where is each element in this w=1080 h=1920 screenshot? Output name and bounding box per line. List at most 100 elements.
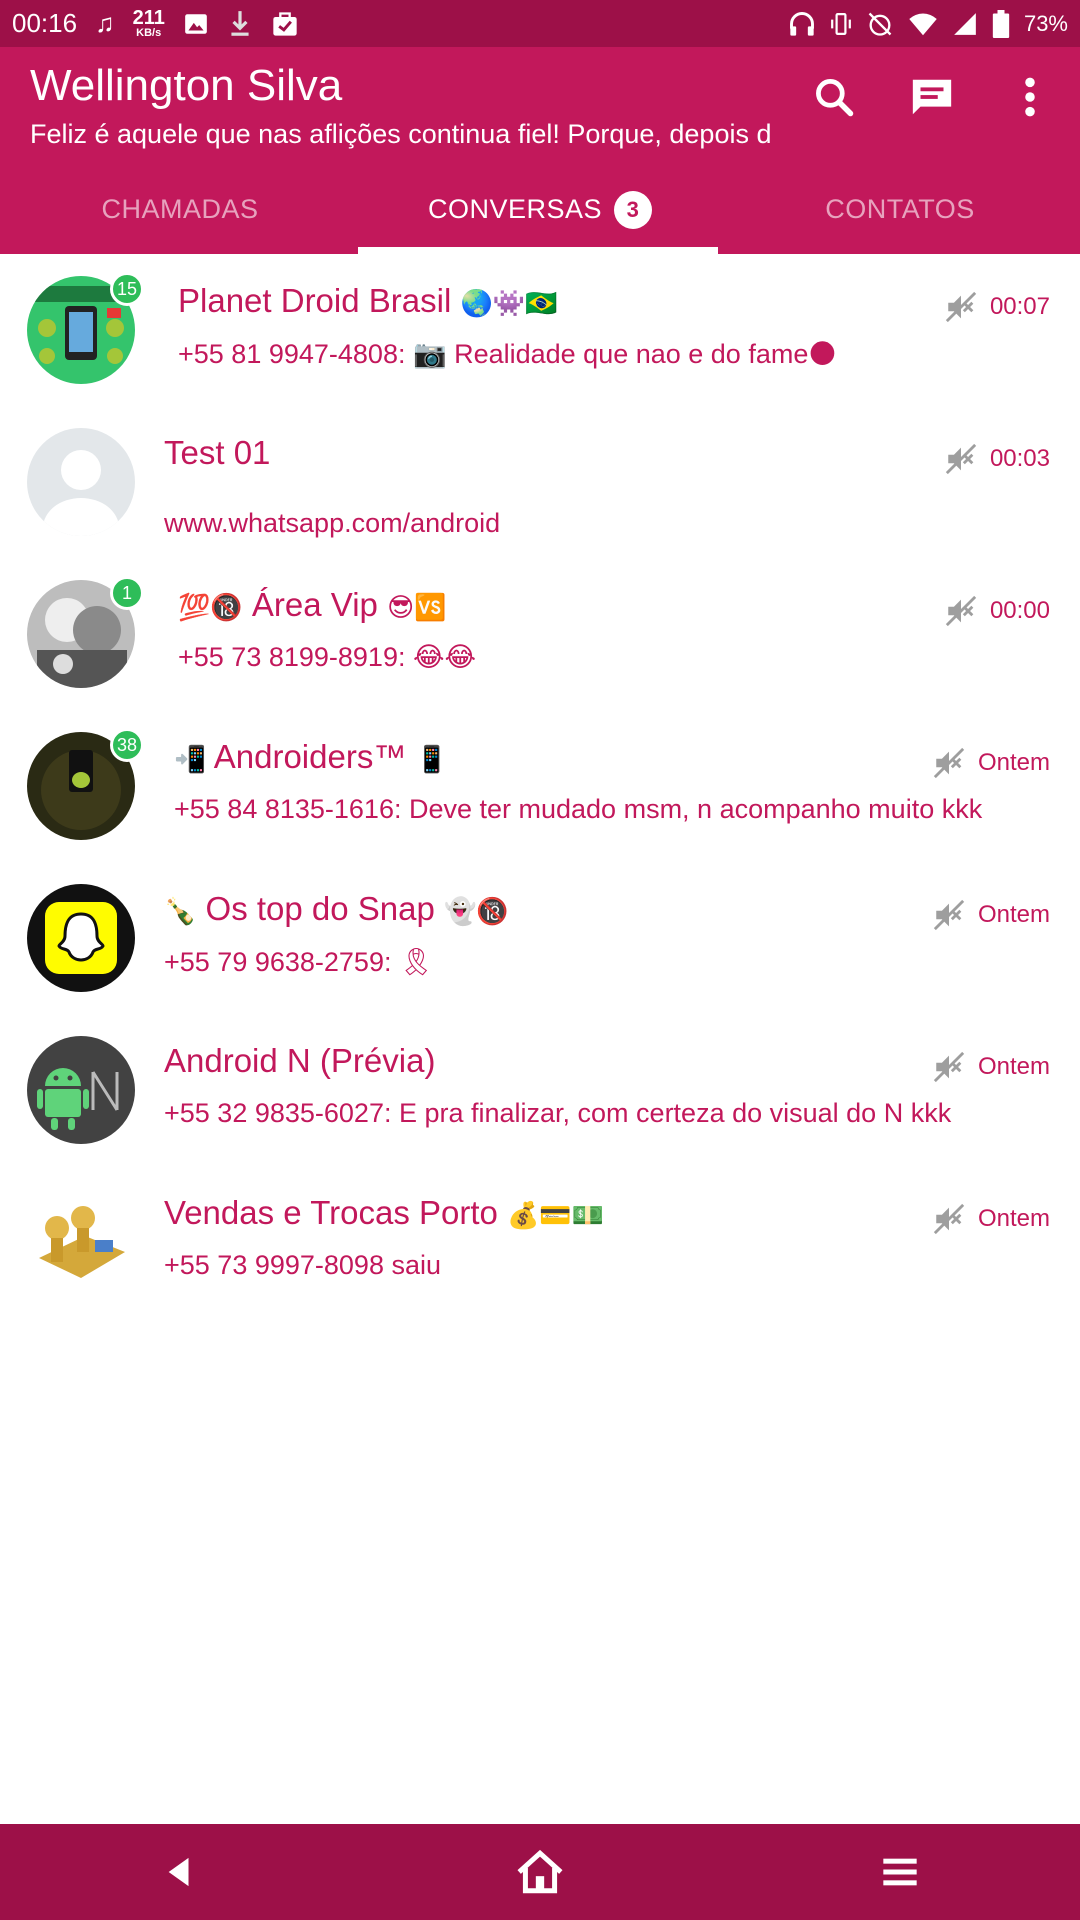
headphones-icon [788, 10, 816, 38]
chat-name: 📲 Androiders™ 📱 [174, 738, 448, 776]
wifi-icon [908, 11, 938, 37]
chat-name: Planet Droid Brasil 🌏👾🇧🇷 [178, 282, 558, 320]
unread-count-badge: 38 [110, 728, 145, 762]
navigation-bar [0, 1824, 1080, 1920]
chat-name-emoji: 📲 [174, 745, 207, 775]
chat-time-wrap: Ontem [932, 898, 1050, 932]
status-time: 00:16 [12, 8, 78, 38]
menu-icon [883, 1858, 917, 1886]
chat-name-emoji: 💯🔞 [178, 593, 243, 623]
chat-name-text: Vendas e Trocas Porto [164, 1194, 498, 1231]
net-speed-unit: KB/s [136, 27, 162, 39]
profile-name[interactable]: Wellington Silva [30, 61, 342, 111]
chat-name: Test 01 [164, 434, 270, 472]
chat-time: 00:03 [989, 445, 1050, 472]
chat-name-emoji: 🍾 [164, 897, 197, 927]
chat-name-text: Área Vip [251, 586, 378, 623]
net-speed-value: 211 [132, 7, 165, 29]
mute-icon [932, 898, 966, 932]
message-icon [912, 79, 952, 115]
chat-preview: +55 84 8135-1616: Deve ter mudado msm, n… [174, 794, 983, 824]
chat-time-wrap: 00:07 [944, 290, 1050, 324]
vibrate-icon [830, 10, 852, 38]
chat-row[interactable]: Test 01 www.whatsapp.com/android 00:03 [0, 406, 1080, 558]
chat-time-wrap: Ontem [932, 1050, 1050, 1084]
chat-name: 🍾 Os top do Snap 👻🔞 [164, 890, 509, 928]
bag-check-icon [271, 10, 299, 38]
more-vert-icon [1025, 77, 1035, 117]
net-speed: 211 KB/s [133, 8, 165, 39]
chat-time: Ontem [977, 1053, 1050, 1080]
menu-button[interactable] [860, 1832, 940, 1912]
chat-list: 15 Planet Droid Brasil 🌏👾🇧🇷 +55 81 9947-… [0, 254, 1080, 1318]
search-icon [816, 79, 854, 117]
chat-name: 💯🔞 Área Vip 😎🆚 [178, 586, 447, 624]
chat-time-wrap: Ontem [932, 746, 1050, 780]
chat-name-text: Planet Droid Brasil [178, 282, 452, 319]
image-icon [183, 11, 209, 37]
chat-time: Ontem [977, 749, 1050, 776]
android-avatar-icon[interactable] [27, 1036, 135, 1144]
app-bar: Wellington Silva Feliz é aquele que nas … [0, 47, 1080, 254]
mute-icon [932, 1202, 966, 1236]
tab-indicator [358, 247, 718, 254]
chat-row[interactable]: Vendas e Trocas Porto 💰💳💵 +55 73 9997-80… [0, 1166, 1080, 1318]
chat-name-emoji: 🌏👾🇧🇷 [460, 289, 558, 319]
more-options-button[interactable] [1002, 69, 1058, 125]
tab-label: CONVERSAS [427, 194, 603, 224]
chat-name-text: Test 01 [164, 434, 271, 471]
chat-preview: +55 79 9638-2759: 🎗 [164, 947, 434, 977]
chat-preview: +55 73 9997-8098 saiu [164, 1250, 441, 1280]
avatar[interactable] [27, 1188, 135, 1296]
tab-contatos[interactable]: CONTATOS [720, 165, 1080, 254]
search-button[interactable] [806, 69, 862, 125]
unread-chats-badge: 3 [614, 190, 653, 229]
tab-chamadas[interactable]: CHAMADAS [0, 165, 360, 254]
chat-row[interactable]: Android N (Prévia) +55 32 9835-6027: E p… [0, 1014, 1080, 1166]
chat-name-emoji-after: 👻🔞 [444, 897, 509, 927]
alarm-off-icon [866, 10, 894, 38]
battery-icon [992, 9, 1010, 38]
tab-conversas[interactable]: CONVERSAS 3 [360, 165, 720, 254]
chat-row[interactable]: 38 📲 Androiders™ 📱 +55 84 8135-1616: Dev… [0, 710, 1080, 862]
chat-preview: +55 73 8199-8919: 😂😂 [178, 642, 477, 672]
status-bar: 00:16 ♫ 211 KB/s 73% [0, 0, 1080, 47]
chat-row[interactable]: 1 💯🔞 Área Vip 😎🆚 +55 73 8199-8919: 😂😂 00… [0, 558, 1080, 710]
download-icon [227, 9, 253, 39]
unread-count-badge: 15 [110, 272, 145, 306]
home-button[interactable] [500, 1832, 580, 1912]
chat-name-emoji-after: 😎🆚 [387, 593, 447, 623]
chat-name-text: Androiders™ [213, 738, 407, 775]
default-avatar-icon[interactable] [27, 428, 135, 536]
mute-icon [944, 594, 978, 628]
chat-time-wrap: 00:00 [944, 594, 1050, 628]
chat-row[interactable]: 🍾 Os top do Snap 👻🔞 +55 79 9638-2759: 🎗 … [0, 862, 1080, 1014]
music-note-icon: ♫ [95, 8, 115, 38]
chat-time: Ontem [977, 1205, 1050, 1232]
back-button[interactable] [140, 1832, 220, 1912]
new-chat-button[interactable] [904, 69, 960, 125]
avatar[interactable] [27, 884, 135, 992]
chat-row[interactable]: 15 Planet Droid Brasil 🌏👾🇧🇷 +55 81 9947-… [0, 254, 1080, 406]
chat-preview: +55 32 9835-6027: E pra finalizar, com c… [164, 1098, 952, 1128]
mute-icon [932, 746, 966, 780]
mute-icon [932, 1050, 966, 1084]
mute-icon [944, 290, 978, 324]
chat-time: 00:07 [989, 293, 1050, 320]
chat-name: Android N (Prévia) [164, 1042, 435, 1080]
tab-label: CONTATOS [825, 194, 975, 224]
profile-status[interactable]: Feliz é aquele que nas aflições continua… [30, 119, 770, 150]
chat-name: Vendas e Trocas Porto 💰💳💵 [164, 1194, 604, 1232]
chat-time: 00:00 [989, 597, 1050, 624]
chat-preview: +55 81 9947-4808: 📷 Realidade que nao e … [178, 339, 837, 369]
chat-time: Ontem [977, 901, 1050, 928]
unread-count-badge: 1 [110, 576, 144, 610]
chat-time-wrap: Ontem [932, 1202, 1050, 1236]
home-icon [517, 1849, 563, 1894]
chat-name-text: Os top do Snap [205, 890, 435, 927]
chat-name-emoji-after: 📱 [415, 745, 448, 775]
tab-label: CHAMADAS [101, 194, 259, 224]
chat-preview: www.whatsapp.com/android [164, 508, 501, 538]
signal-icon [952, 11, 978, 37]
chat-name-text: Android N (Prévia) [164, 1042, 436, 1079]
